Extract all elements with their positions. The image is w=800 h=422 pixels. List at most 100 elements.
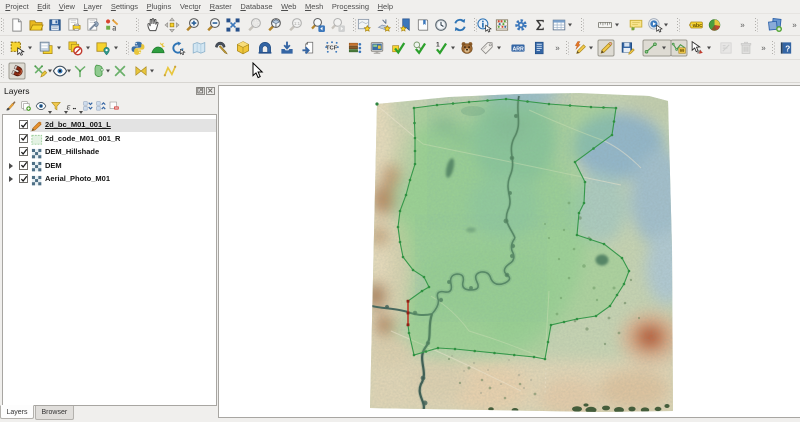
toolbar-overflow-button[interactable]: » bbox=[555, 43, 560, 52]
toolbar-overflow-button[interactable]: » bbox=[792, 20, 797, 29]
snap-on-intersection-button[interactable] bbox=[72, 63, 89, 80]
zoom-to-layer-button[interactable] bbox=[267, 16, 284, 33]
modify-attributes-button[interactable] bbox=[689, 39, 706, 56]
save-layer-edits-button[interactable] bbox=[620, 39, 637, 56]
layer-labeling-options-button[interactable]: abc bbox=[688, 16, 705, 33]
filter-legend-button[interactable] bbox=[49, 99, 62, 112]
toolbar-handle[interactable] bbox=[566, 40, 569, 55]
show-statistical-summary-button[interactable] bbox=[532, 16, 549, 33]
layer-diagram-options-button[interactable] bbox=[707, 16, 724, 33]
run-feature-action-button[interactable] bbox=[647, 16, 664, 33]
add-group-button[interactable] bbox=[20, 99, 33, 112]
menu-web[interactable]: Web bbox=[277, 1, 301, 13]
select-features-by-value-button[interactable] bbox=[38, 39, 55, 56]
style-manager-button[interactable]: a bbox=[104, 16, 121, 33]
snapping-mode-button[interactable] bbox=[33, 63, 50, 80]
menu-view[interactable]: View bbox=[54, 1, 79, 13]
measure-line-button[interactable] bbox=[597, 16, 614, 33]
vertex-tool-button[interactable]: 99 bbox=[670, 39, 688, 56]
zoom-to-native-resolution-button[interactable]: 1:1 bbox=[288, 16, 305, 33]
expand-arrow-icon[interactable] bbox=[9, 176, 13, 182]
zoom-out-button[interactable] bbox=[206, 16, 223, 33]
pan-map-to-selection-button[interactable] bbox=[164, 16, 181, 33]
self-snapping-button[interactable] bbox=[133, 63, 150, 80]
new-spatial-bookmark-button[interactable] bbox=[398, 16, 415, 33]
show-spatial-bookmarks-button[interactable] bbox=[415, 16, 432, 33]
remove-layer-button[interactable] bbox=[108, 99, 121, 112]
current-edits-button[interactable] bbox=[572, 39, 589, 56]
toggle-editing-button[interactable] bbox=[597, 39, 615, 56]
arr-to-tuflow-button[interactable]: ARR bbox=[510, 39, 527, 56]
apply-label-dropdown[interactable] bbox=[497, 46, 501, 49]
collapse-all-button[interactable] bbox=[95, 99, 108, 112]
enable-snapping-button[interactable] bbox=[8, 62, 26, 80]
add-line-feature-dropdown[interactable] bbox=[662, 46, 666, 49]
map-canvas[interactable] bbox=[218, 85, 800, 418]
toolbar-handle[interactable] bbox=[677, 17, 680, 32]
layer-visibility-checkbox[interactable] bbox=[19, 147, 28, 156]
snapping-visibility-dropdown[interactable] bbox=[67, 69, 71, 73]
layer-visibility-checkbox[interactable] bbox=[19, 174, 28, 183]
layer-visibility-checkbox[interactable] bbox=[19, 160, 28, 170]
grass-tools-button[interactable] bbox=[150, 39, 167, 56]
toolbar-handle[interactable] bbox=[136, 17, 139, 32]
panel-float-button[interactable] bbox=[196, 86, 205, 95]
qgis2threejs-button[interactable] bbox=[235, 39, 252, 56]
temporal-controller-button[interactable] bbox=[433, 16, 450, 33]
run-tuflow-button[interactable]: 1 bbox=[433, 39, 450, 56]
open-layer-styling-button[interactable] bbox=[4, 99, 17, 112]
save-project-button[interactable] bbox=[47, 16, 64, 33]
toolbar-handle[interactable] bbox=[1, 17, 4, 32]
zoom-last-button[interactable] bbox=[310, 16, 327, 33]
layer-tree[interactable]: 2d_bc_M01_001_L 2d_code_M01_001_R DEM_Hill… bbox=[2, 114, 217, 406]
profile-tool-button[interactable] bbox=[213, 39, 230, 56]
measure-line-dropdown[interactable] bbox=[615, 23, 619, 26]
self-snapping-dropdown[interactable] bbox=[150, 69, 154, 73]
delete-selected-button[interactable] bbox=[738, 39, 755, 56]
panel-tab-layers[interactable]: Layers bbox=[0, 405, 35, 419]
apply-label-button[interactable] bbox=[479, 39, 496, 56]
layer-row-Aerial_Photo_M01[interactable]: Aerial_Photo_M01 bbox=[4, 173, 216, 187]
menu-edit[interactable]: Edit bbox=[33, 1, 55, 13]
menu-vector[interactable]: Vector bbox=[176, 1, 206, 13]
menu-database[interactable]: Database bbox=[236, 1, 277, 13]
toolbar-handle[interactable] bbox=[581, 17, 584, 32]
select-features-by-area-button[interactable] bbox=[9, 39, 26, 56]
import-empty-file-button[interactable] bbox=[279, 39, 296, 56]
filter-by-expression-button[interactable]: ε bbox=[64, 99, 77, 112]
refresh-map-button[interactable] bbox=[452, 16, 469, 33]
layer-row-DEM_Hillshade[interactable]: DEM_Hillshade bbox=[4, 146, 216, 160]
new-map-view-button[interactable] bbox=[356, 16, 373, 33]
deselect-features-button[interactable] bbox=[67, 39, 84, 56]
menu-help[interactable]: Help bbox=[373, 1, 397, 13]
toolbar-handle[interactable] bbox=[772, 40, 775, 55]
open-attribute-table-dropdown[interactable] bbox=[568, 23, 572, 26]
layer-visibility-checkbox[interactable] bbox=[19, 133, 28, 143]
manage-map-themes-button[interactable] bbox=[34, 99, 47, 112]
pan-map-button[interactable] bbox=[145, 16, 162, 33]
configure-tuflow-project-button[interactable]: TCF bbox=[324, 39, 341, 56]
run-feature-action-dropdown[interactable] bbox=[664, 23, 668, 26]
new-project-button[interactable] bbox=[9, 16, 26, 33]
select-features-by-value-dropdown[interactable] bbox=[57, 46, 61, 49]
open-project-button[interactable] bbox=[28, 16, 45, 33]
check-tuflow-files-button[interactable] bbox=[391, 39, 408, 56]
menu-raster[interactable]: Raster bbox=[205, 1, 236, 13]
toolbar-handle[interactable] bbox=[755, 17, 758, 32]
layer-row-2d_code_M01_001_R[interactable]: 2d_code_M01_001_R bbox=[4, 132, 216, 146]
select-features-by-area-dropdown[interactable] bbox=[28, 46, 32, 49]
open-data-source-manager-button[interactable] bbox=[767, 16, 784, 33]
identify-features-button[interactable] bbox=[476, 16, 493, 33]
modify-attributes-dropdown[interactable] bbox=[707, 46, 711, 49]
menu-processing[interactable]: Processing bbox=[328, 1, 374, 13]
panel-close-button[interactable] bbox=[206, 86, 215, 95]
show-layout-manager-button[interactable] bbox=[85, 16, 102, 33]
select-by-location-dropdown[interactable] bbox=[114, 46, 118, 49]
enable-tracing-button[interactable] bbox=[162, 63, 179, 80]
zoom-to-selection-button[interactable] bbox=[247, 16, 264, 33]
snapping-visibility-button[interactable] bbox=[52, 63, 69, 80]
toolbar-handle[interactable] bbox=[1, 40, 4, 55]
tuflow-utilities-button[interactable] bbox=[531, 39, 548, 56]
zoom-next-button[interactable] bbox=[330, 16, 347, 33]
menu-plugins[interactable]: Plugins bbox=[142, 1, 175, 13]
